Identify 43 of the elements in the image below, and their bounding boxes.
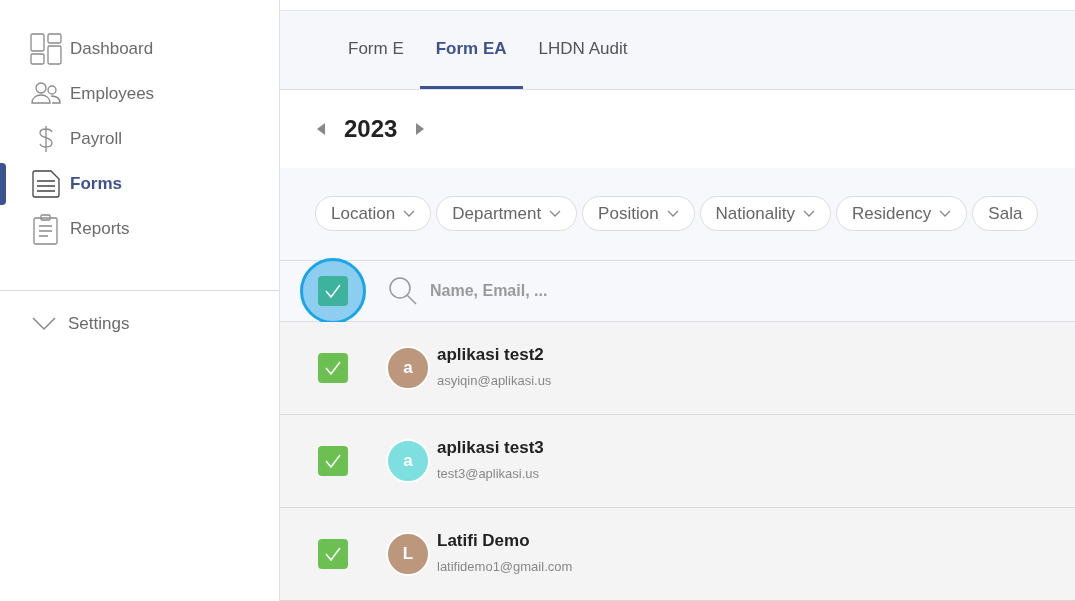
search-field[interactable]: Name, Email, ... [430,279,730,303]
chevron-icon [403,209,416,218]
dashboard-icon [30,33,62,65]
employee-email: latifidemo1@gmail.com [437,558,573,576]
nav-item[interactable]: Settings [68,311,130,337]
nav-item[interactable]: Payroll [70,126,122,152]
employee-name: aplikasi test3 [437,436,544,459]
next-icon[interactable] [415,121,426,136]
chevron-icon [549,209,562,218]
check-icon [324,545,342,563]
year-label: 2023 [344,113,398,144]
document-icon [30,168,62,200]
filter-dropdown[interactable]: Department [436,196,578,232]
avatar: a [386,346,430,390]
tab[interactable]: Form E [332,26,420,89]
filter-dropdown[interactable]: Sala [972,196,1039,232]
filter-dropdown[interactable]: Location [315,196,432,232]
employee-name: Latifi Demo [437,529,531,552]
check-icon [324,452,342,470]
select-all-checkbox[interactable] [318,276,348,306]
employee-email: test3@aplikasi.us [437,465,541,483]
nav-item[interactable]: Dashboard [70,36,154,62]
employee-email: asyiqin@aplikasi.us [437,372,552,390]
check-icon [324,359,342,377]
avatar: a [386,439,430,483]
avatar: L [386,532,430,576]
row-checkbox[interactable] [318,353,348,383]
chevron-icon [666,209,679,218]
row-checkbox[interactable] [318,446,348,476]
nav-item[interactable]: Employees [70,81,155,107]
nav-item[interactable]: Forms [70,171,122,197]
check-icon [324,282,342,300]
employee-name: aplikasi test2 [437,343,545,366]
filter-dropdown[interactable]: Nationality [699,196,831,232]
filter-dropdown[interactable]: Residency [835,196,968,232]
chevron-icon [939,209,952,218]
filter-dropdown[interactable]: Position [582,196,695,232]
row-checkbox[interactable] [318,539,348,569]
nav-item[interactable]: Reports [70,216,130,242]
chevron-icon [802,209,815,218]
search-icon [388,276,418,306]
tab[interactable]: LHDN Audit [522,26,644,89]
previous-icon[interactable] [316,121,326,136]
